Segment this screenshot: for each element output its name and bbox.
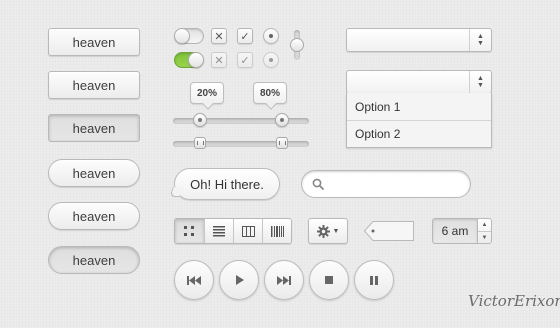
- heaven-pill-button-hover[interactable]: heaven: [48, 202, 140, 230]
- stepper-down-icon[interactable]: ▼: [478, 231, 491, 243]
- toggle-switch-off[interactable]: [174, 28, 204, 44]
- list-icon: [213, 225, 225, 236]
- time-stepper-value[interactable]: 6 am: [432, 218, 478, 244]
- speech-bubble-text: Oh! Hi there.: [190, 176, 264, 192]
- dropdown-option[interactable]: Option 1: [347, 93, 491, 120]
- slider-tooltip-low-label: 20%: [196, 87, 217, 99]
- toggle-knob: [188, 52, 204, 68]
- check-icon: ✓: [240, 54, 250, 67]
- checkbox-checked[interactable]: ✓: [237, 28, 253, 44]
- settings-dropdown-button[interactable]: ▼: [308, 218, 348, 244]
- toggle-knob: [174, 28, 190, 44]
- cross-icon: ✕: [214, 54, 224, 67]
- stepper-up-icon[interactable]: ▲: [478, 219, 491, 231]
- range-slider-square-low-knob[interactable]: [194, 137, 207, 149]
- heaven-button-pressed[interactable]: heaven: [48, 114, 140, 142]
- view-grid-button[interactable]: [175, 219, 204, 243]
- cross-icon: ✕: [214, 30, 224, 43]
- check-icon: ✓: [240, 30, 250, 43]
- fast-forward-icon: [277, 275, 291, 285]
- vertical-slider[interactable]: [290, 30, 304, 60]
- heaven-button-hover[interactable]: heaven: [48, 71, 140, 99]
- search-field[interactable]: [301, 170, 471, 198]
- view-list-button[interactable]: [204, 219, 233, 243]
- stop-button[interactable]: [309, 260, 349, 300]
- play-icon: [235, 275, 244, 285]
- time-stepper-arrows: ▲ ▼: [477, 218, 492, 244]
- view-barcode-button[interactable]: [262, 219, 291, 243]
- select-open[interactable]: ▲ ▼: [346, 70, 492, 94]
- radio-button-disabled[interactable]: [263, 52, 279, 68]
- select-arrows-icon: ▲ ▼: [469, 29, 491, 51]
- tag-hole-icon: [371, 229, 375, 233]
- tag-label[interactable]: [364, 221, 414, 241]
- signature: VictorErixon: [468, 292, 560, 310]
- grid-icon: [184, 225, 194, 236]
- play-button[interactable]: [219, 260, 259, 300]
- speech-bubble: Oh! Hi there.: [174, 168, 280, 200]
- select-closed[interactable]: ▲ ▼: [346, 28, 492, 52]
- vertical-slider-knob[interactable]: [290, 38, 304, 52]
- gear-icon: [316, 224, 330, 238]
- heaven-pill-button-normal[interactable]: heaven: [48, 159, 140, 187]
- fast-forward-button[interactable]: [264, 260, 304, 300]
- heaven-pill-button-pressed[interactable]: heaven: [48, 246, 140, 274]
- range-slider-square[interactable]: [173, 137, 309, 149]
- slider-tooltip-high-label: 80%: [259, 87, 280, 99]
- search-input[interactable]: [330, 175, 460, 193]
- search-icon: [312, 178, 324, 190]
- barcode-icon: [270, 225, 284, 237]
- heaven-button-normal[interactable]: heaven: [48, 28, 140, 56]
- view-switcher: [174, 218, 292, 244]
- columns-icon: [241, 225, 255, 237]
- range-slider[interactable]: [173, 113, 309, 127]
- pause-icon: [370, 275, 378, 285]
- toggle-switch-on[interactable]: [174, 52, 204, 68]
- chevron-down-icon: ▼: [332, 227, 340, 235]
- slider-tooltip-high: 80%: [253, 82, 287, 104]
- view-columns-button[interactable]: [233, 219, 262, 243]
- radio-button[interactable]: [263, 28, 279, 44]
- rewind-button[interactable]: [174, 260, 214, 300]
- checkbox-cross[interactable]: ✕: [211, 28, 227, 44]
- select-arrows-icon: ▲ ▼: [469, 71, 491, 93]
- slider-tooltip-low: 20%: [190, 82, 224, 104]
- range-slider-low-knob[interactable]: [193, 113, 208, 127]
- dropdown-menu: Option 1 Option 2: [346, 93, 492, 148]
- time-stepper[interactable]: 6 am ▲ ▼: [432, 218, 492, 244]
- pause-button[interactable]: [354, 260, 394, 300]
- checkbox-checked-disabled[interactable]: ✓: [237, 52, 253, 68]
- checkbox-cross-disabled[interactable]: ✕: [211, 52, 227, 68]
- range-slider-square-high-knob[interactable]: [275, 137, 288, 149]
- rewind-icon: [187, 275, 201, 285]
- dropdown-option[interactable]: Option 2: [347, 120, 491, 147]
- stop-icon: [325, 276, 333, 284]
- range-slider-high-knob[interactable]: [274, 113, 289, 127]
